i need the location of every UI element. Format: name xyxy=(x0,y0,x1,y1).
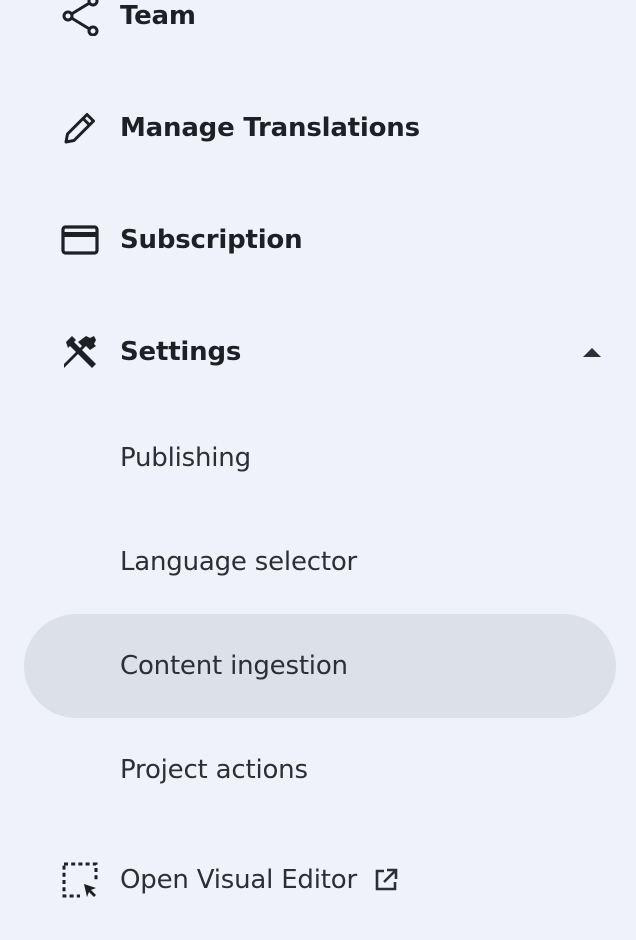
nav-item-label-wrap: Open Visual Editor xyxy=(120,865,399,895)
chevron-up-icon[interactable] xyxy=(582,342,602,362)
tools-icon xyxy=(58,330,102,374)
external-link-icon xyxy=(373,867,399,893)
settings-sub-item-publishing[interactable]: Publishing xyxy=(24,406,616,510)
pencil-icon xyxy=(58,106,102,150)
settings-sub-item-content-ingestion[interactable]: Content ingestion xyxy=(24,614,616,718)
nav-sub-item-label: Content ingestion xyxy=(120,651,348,681)
share-icon xyxy=(58,0,102,38)
nav-item-label: Manage Translations xyxy=(120,113,420,143)
credit-card-icon xyxy=(58,218,102,262)
settings-sub-item-language-selector[interactable]: Language selector xyxy=(24,510,616,614)
nav-item-label: Open Visual Editor xyxy=(120,865,357,895)
nav-item-subscription[interactable]: Subscription xyxy=(24,188,616,292)
select-area-icon xyxy=(58,858,102,902)
nav-sub-item-label: Publishing xyxy=(120,443,251,473)
settings-sub-item-project-actions[interactable]: Project actions xyxy=(24,718,616,822)
nav-item-settings[interactable]: Settings xyxy=(24,300,616,404)
nav-item-team[interactable]: Team xyxy=(24,0,616,46)
nav-item-open-visual-editor[interactable]: Open Visual Editor xyxy=(24,828,616,932)
nav-item-manage-translations[interactable]: Manage Translations xyxy=(24,76,616,180)
nav-item-label: Subscription xyxy=(120,225,303,255)
nav-item-label: Team xyxy=(120,1,196,31)
sidebar-nav: Team Manage Translations Subscription Se… xyxy=(0,0,636,940)
nav-sub-item-label: Language selector xyxy=(120,547,358,577)
nav-item-label: Settings xyxy=(120,337,242,367)
nav-sub-item-label: Project actions xyxy=(120,755,308,785)
